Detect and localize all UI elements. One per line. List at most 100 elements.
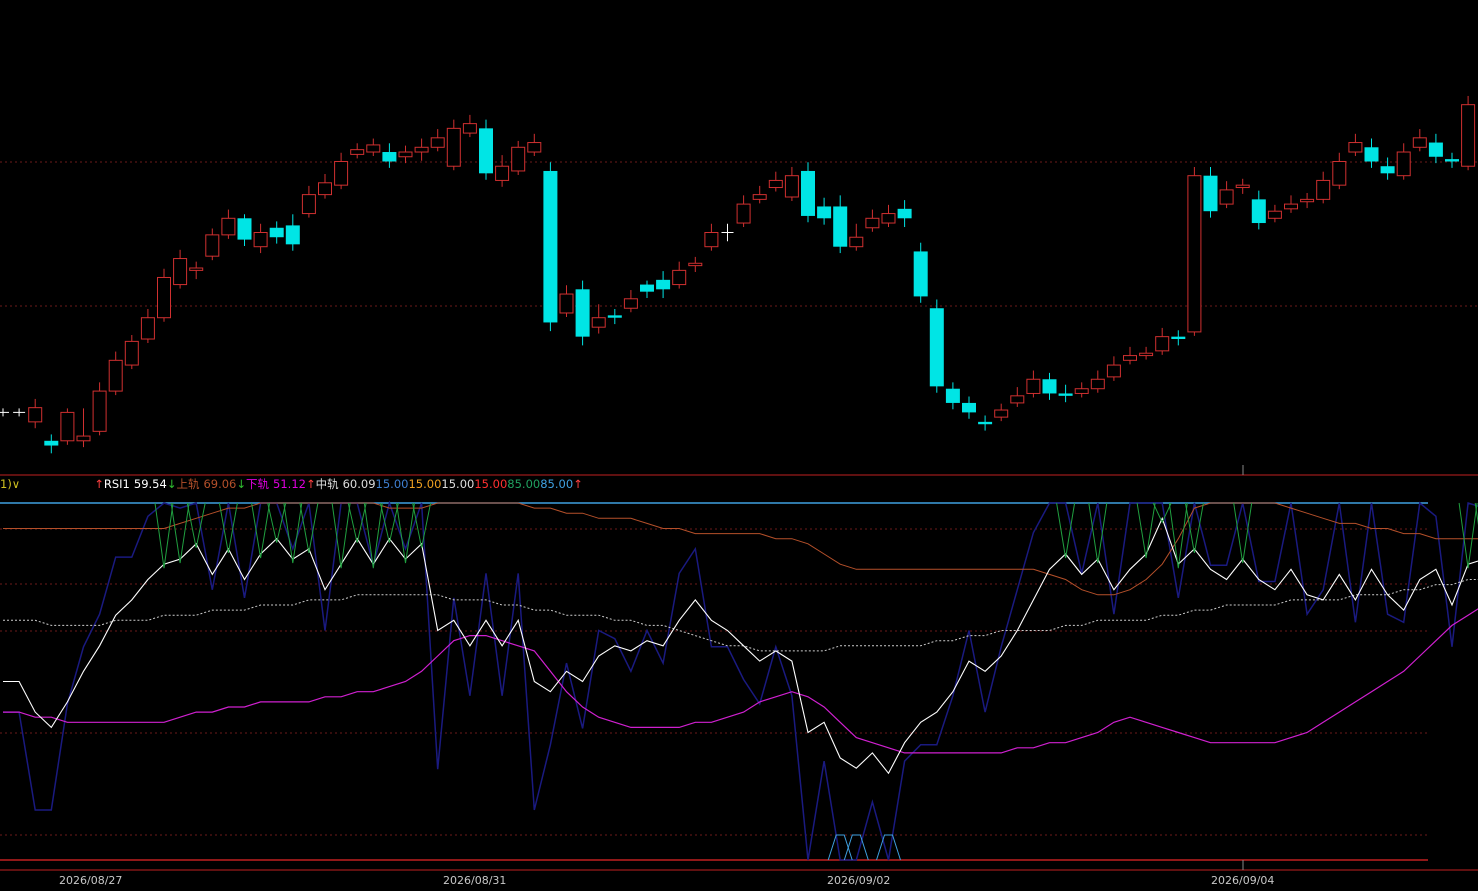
candle: [1348, 133, 1363, 157]
candle: [44, 434, 59, 454]
candle-body: [60, 411, 75, 442]
legend-name: RSI1: [103, 477, 130, 491]
overbought-marker: [347, 502, 367, 543]
candle-body: [1461, 104, 1476, 167]
overbought-marker: [1136, 502, 1156, 559]
candle-body: [1316, 179, 1331, 200]
candle: [801, 162, 815, 223]
legend-arrow: ↓: [166, 477, 177, 491]
candle-body: [124, 340, 139, 366]
candle: [108, 351, 123, 396]
candle-body: [221, 217, 236, 236]
candle-body: [801, 170, 815, 216]
candle-body: [318, 182, 332, 196]
candle-body: [1058, 393, 1073, 396]
candle-body: [1300, 198, 1315, 203]
candle: [1316, 171, 1331, 204]
candle: [334, 152, 349, 190]
candle: [253, 223, 268, 254]
candle: [0, 408, 9, 417]
candle-body: [591, 317, 606, 328]
candle-body: [1380, 166, 1395, 174]
candle: [559, 285, 574, 317]
candle: [173, 249, 188, 289]
candle-body: [865, 217, 880, 229]
candle: [833, 195, 848, 254]
legend-item: ↑RSI1 59.54: [94, 476, 167, 492]
candle-body: [1235, 184, 1250, 189]
candle-body: [1396, 151, 1411, 177]
candle: [1396, 143, 1411, 180]
candle: [92, 382, 107, 436]
overbought-marker: [186, 502, 206, 548]
candle: [817, 197, 832, 225]
indicator-legend: 1)∨ ↑RSI1 59.54↓上轨 69.06↓下轨 51.12↑中轨 60.0915.…: [0, 476, 583, 492]
candle: [140, 308, 155, 344]
candle-body: [1445, 159, 1459, 162]
candle: [929, 299, 944, 393]
date-label: 2026/09/02: [827, 874, 891, 887]
candle-body: [1267, 210, 1282, 219]
candle: [318, 174, 332, 199]
candle: [543, 162, 558, 332]
candle-body: [736, 203, 751, 224]
candle-body: [623, 298, 638, 309]
candle-body: [301, 194, 316, 215]
legend-prefix: 1)∨: [0, 477, 21, 491]
candle-body: [1364, 147, 1379, 162]
candle: [398, 145, 413, 164]
candle: [189, 261, 204, 280]
legend-item: 15.00: [441, 476, 474, 492]
candle-body: [929, 308, 944, 387]
overbought-marker: [154, 502, 174, 569]
candle-body: [495, 165, 510, 181]
legend-item: 85.00: [507, 476, 540, 492]
candle-body: [897, 208, 912, 219]
candle: [640, 280, 654, 299]
legend-item: ↑中轨 60.09: [306, 476, 376, 492]
candle-body: [173, 258, 188, 286]
candle: [1010, 387, 1025, 407]
candle: [1074, 382, 1089, 398]
candle: [1461, 95, 1476, 171]
candle: [124, 335, 139, 370]
legend-arrow: ↑: [94, 477, 104, 491]
candle-body: [1203, 175, 1218, 212]
candle: [1203, 166, 1218, 218]
candle-body: [752, 194, 767, 200]
candle: [897, 200, 912, 228]
candle-body: [285, 225, 300, 245]
candle: [865, 209, 880, 232]
candle-body: [1106, 364, 1121, 378]
candle: [1106, 356, 1121, 381]
candle: [881, 204, 896, 228]
candle-body: [640, 284, 654, 292]
legend-item: ↑: [573, 476, 583, 492]
candle-body: [1123, 355, 1137, 361]
candle-body: [398, 151, 413, 158]
candle: [511, 140, 526, 175]
legend-value: 85.00: [540, 477, 574, 491]
legend-value: 60.09: [342, 477, 376, 491]
stock-chart-canvas[interactable]: [0, 0, 1478, 891]
candle: [430, 129, 445, 152]
candle-body: [205, 234, 220, 257]
candle: [1332, 152, 1347, 190]
legend-item: ↓上轨 69.06: [167, 476, 237, 492]
candle: [1187, 166, 1202, 336]
candle: [768, 171, 783, 192]
candle: [978, 415, 993, 431]
candle: [76, 408, 91, 448]
candle: [721, 223, 734, 242]
candle: [1171, 330, 1186, 346]
candle: [285, 214, 300, 251]
legend-value: 59.54: [133, 477, 167, 491]
candle: [784, 166, 799, 201]
rsi-indicator-panel: [3, 500, 1478, 861]
candle-body: [446, 127, 461, 167]
candle-body: [269, 227, 284, 238]
date-label: 2026/08/31: [443, 874, 507, 887]
legend-item: 15.00: [376, 476, 409, 492]
candle-body: [140, 317, 155, 340]
candle: [446, 119, 461, 171]
